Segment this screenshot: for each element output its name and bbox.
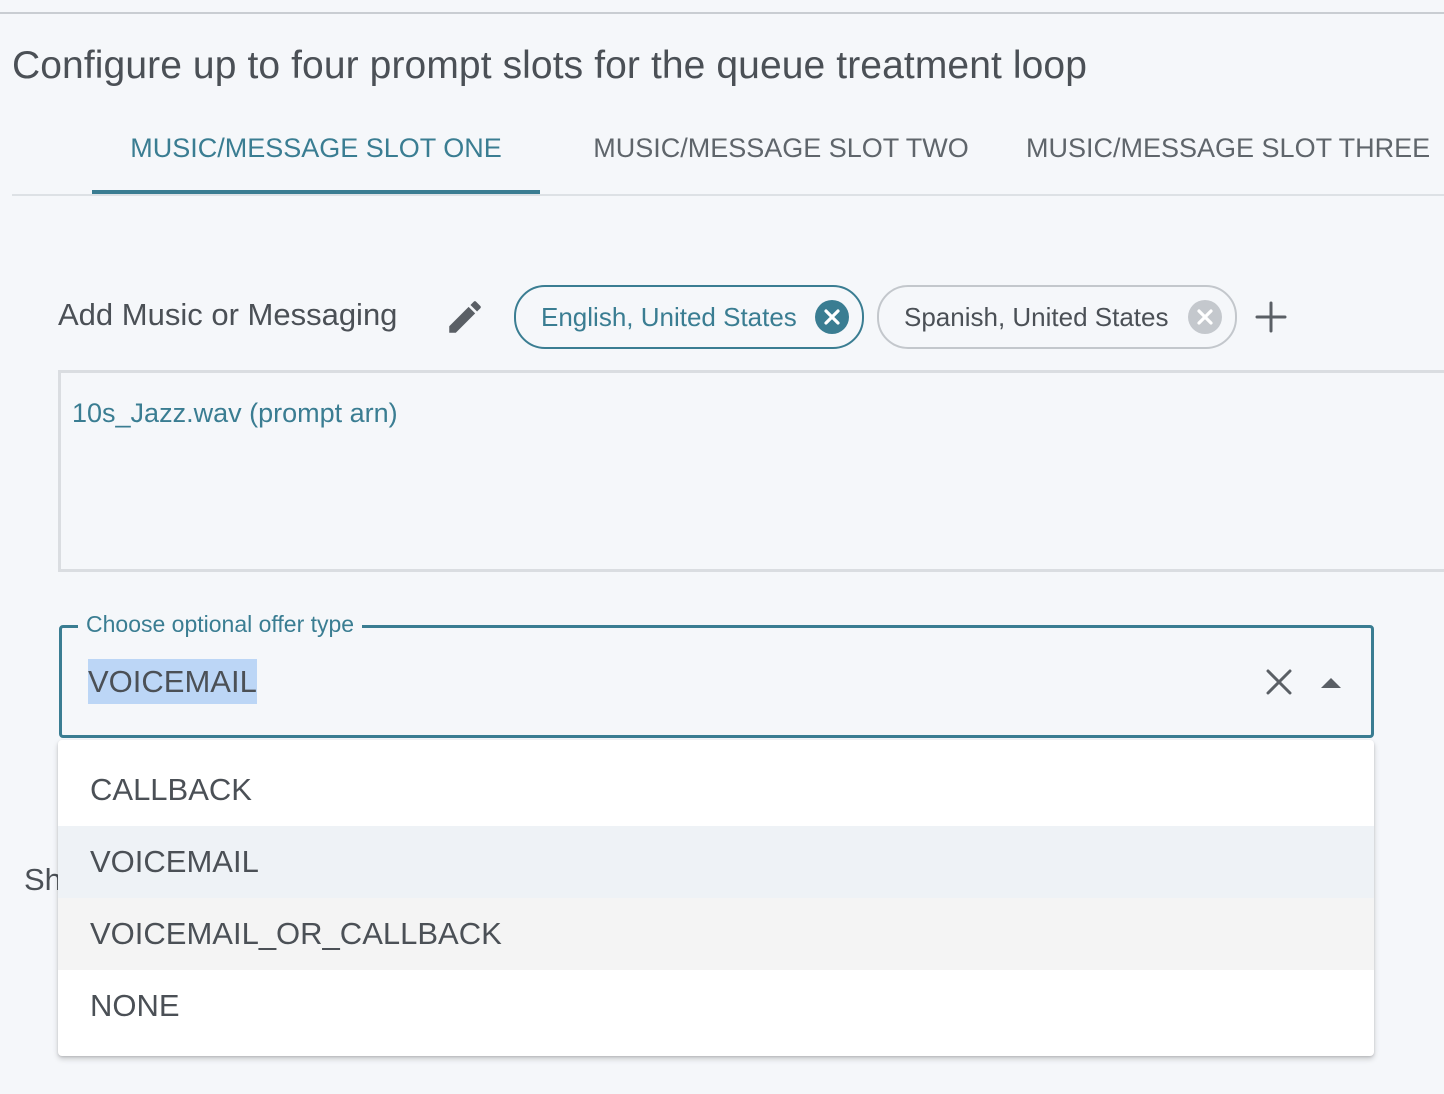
pencil-icon[interactable] <box>444 296 486 338</box>
remove-chip-icon[interactable] <box>815 300 849 334</box>
add-music-label: Add Music or Messaging <box>58 297 398 332</box>
tab-slot-three[interactable]: MUSIC/MESSAGE SLOT THREE <box>1026 108 1444 192</box>
offer-type-value[interactable]: VOICEMAIL <box>88 659 257 704</box>
option-label: VOICEMAIL_OR_CALLBACK <box>90 916 502 951</box>
option-voicemail[interactable]: VOICEMAIL <box>58 826 1374 898</box>
language-chip-english[interactable]: English, United States <box>514 285 864 349</box>
option-callback[interactable]: CALLBACK <box>58 754 1374 826</box>
prompt-item[interactable]: 10s_Jazz.wav (prompt arn) <box>72 398 398 429</box>
option-voicemail-or-callback[interactable]: VOICEMAIL_OR_CALLBACK <box>58 898 1374 970</box>
slot-tabs: MUSIC/MESSAGE SLOT ONE MUSIC/MESSAGE SLO… <box>12 108 1444 196</box>
offer-type-dropdown: CALLBACK VOICEMAIL VOICEMAIL_OR_CALLBACK… <box>58 740 1374 1056</box>
option-none[interactable]: NONE <box>58 970 1374 1042</box>
tab-slot-one[interactable]: MUSIC/MESSAGE SLOT ONE <box>92 108 540 194</box>
offer-type-label: Choose optional offer type <box>78 611 363 638</box>
plus-icon[interactable] <box>1252 298 1290 336</box>
page-title: Configure up to four prompt slots for th… <box>12 44 1087 87</box>
language-chip-spanish[interactable]: Spanish, United States <box>877 285 1237 349</box>
close-icon[interactable] <box>1262 665 1296 699</box>
top-divider <box>0 12 1444 14</box>
remove-chip-icon[interactable] <box>1188 300 1222 334</box>
chip-label: English, United States <box>541 302 797 332</box>
obscured-label: Sh <box>24 862 62 897</box>
chip-label: Spanish, United States <box>904 302 1169 332</box>
tab-slot-two[interactable]: MUSIC/MESSAGE SLOT TWO <box>540 108 1022 192</box>
option-label: VOICEMAIL <box>90 844 259 879</box>
option-label: CALLBACK <box>90 772 252 807</box>
option-label: NONE <box>90 988 180 1023</box>
caret-up-icon[interactable] <box>1318 672 1344 692</box>
